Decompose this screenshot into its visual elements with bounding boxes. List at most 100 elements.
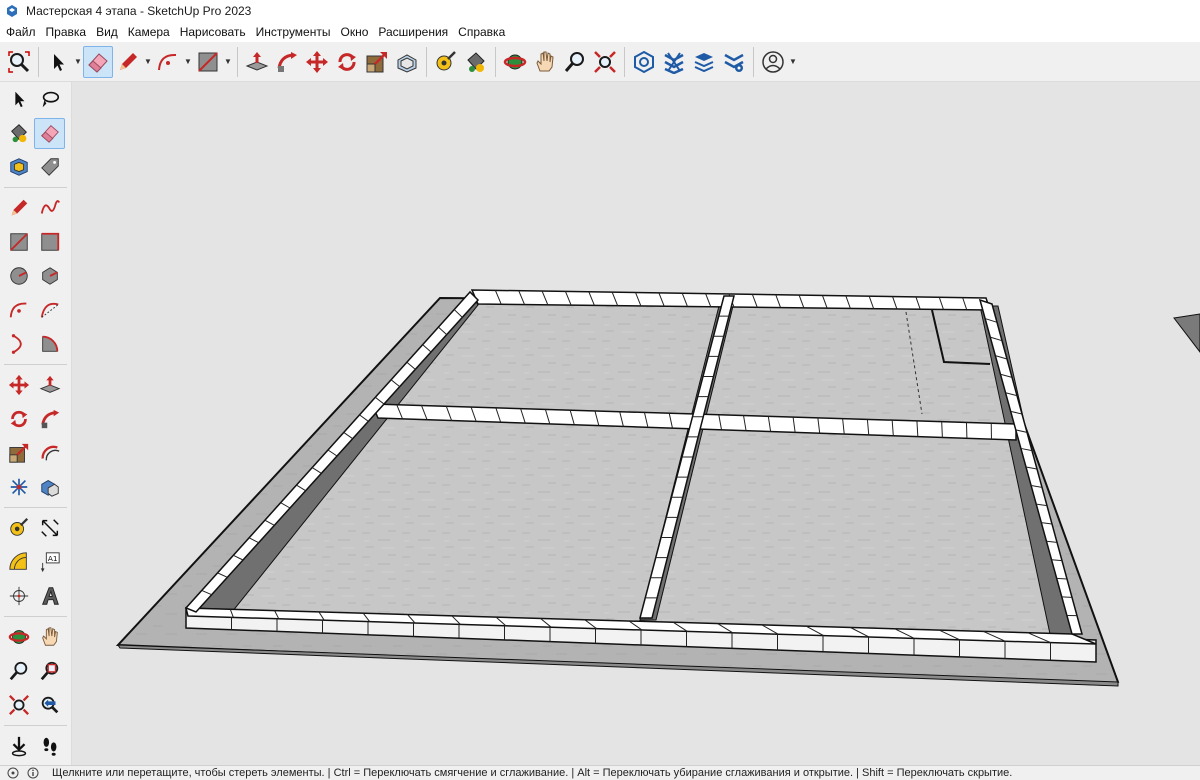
rotated-rectangle-icon[interactable]: [34, 227, 65, 258]
toolbar-divider: [624, 46, 625, 77]
menu-camera[interactable]: Камера: [123, 22, 175, 42]
offscreen-object-edge: [1173, 313, 1200, 353]
foundation-model: [115, 289, 1120, 687]
paint-bucket-icon[interactable]: [3, 118, 34, 149]
tape-measure-icon[interactable]: [431, 46, 461, 78]
warehouse-icon[interactable]: [629, 46, 659, 78]
intersect-faces-icon[interactable]: [34, 472, 65, 503]
menu-help[interactable]: Справка: [453, 22, 510, 42]
status-bar: Щелкните или перетащите, чтобы стереть э…: [0, 765, 1200, 780]
toolbar-divider: [4, 187, 67, 188]
paint-bucket-icon[interactable]: [461, 46, 491, 78]
window-title: Мастерская 4 этапа - SketchUp Pro 2023: [26, 4, 252, 18]
solid-tools-icon[interactable]: [3, 472, 34, 503]
previous-view-icon[interactable]: [34, 690, 65, 721]
select-dropdown-icon[interactable]: ▼: [73, 46, 83, 78]
move-icon[interactable]: [302, 46, 332, 78]
toolbar-divider: [237, 46, 238, 77]
pencil-icon[interactable]: [113, 46, 143, 78]
brick-joint: [941, 421, 943, 438]
eraser-icon[interactable]: [83, 45, 113, 78]
zoom-window-icon[interactable]: [590, 46, 620, 78]
pencil-dropdown-icon[interactable]: ▼: [143, 46, 153, 78]
extension-manager-icon[interactable]: [719, 46, 749, 78]
three-point-arc-icon[interactable]: [3, 329, 34, 360]
status-hint-text: Щелкните или перетащите, чтобы стереть э…: [52, 767, 1013, 779]
arc-dropdown-icon[interactable]: ▼: [183, 46, 193, 78]
toolbar-divider: [4, 507, 67, 508]
menu-bar: Файл Правка Вид Камера Нарисовать Инстру…: [0, 22, 1200, 42]
toolbar-divider: [426, 46, 427, 77]
profile-dropdown-icon[interactable]: ▼: [788, 46, 798, 78]
circle-icon[interactable]: [3, 261, 34, 292]
toolbar-divider: [495, 46, 496, 77]
push-pull-icon[interactable]: [242, 46, 272, 78]
tag-icon[interactable]: [34, 152, 65, 183]
lasso-icon[interactable]: [34, 84, 65, 115]
text-icon[interactable]: A1: [34, 547, 65, 578]
toolbar-divider: [38, 46, 39, 77]
pie-icon[interactable]: [34, 329, 65, 360]
arc-icon[interactable]: [3, 295, 34, 326]
zoom-window-icon[interactable]: [34, 656, 65, 687]
left-toolbar: A1: [0, 82, 72, 765]
make-component-icon[interactable]: [3, 152, 34, 183]
zoom-extents-icon[interactable]: [4, 46, 34, 78]
position-camera-icon[interactable]: [3, 731, 34, 762]
rotate-icon[interactable]: [3, 404, 34, 435]
pan-icon[interactable]: [34, 622, 65, 653]
zoom-icon[interactable]: [560, 46, 590, 78]
zoom-extents-icon[interactable]: [3, 690, 34, 721]
dimension-icon[interactable]: [34, 513, 65, 544]
rectangle-icon[interactable]: [193, 46, 223, 78]
tape-measure-icon[interactable]: [3, 513, 34, 544]
menu-draw[interactable]: Нарисовать: [175, 22, 251, 42]
scale-icon[interactable]: [362, 46, 392, 78]
3d-model-view[interactable]: [72, 82, 1200, 765]
protractor-icon[interactable]: [3, 547, 34, 578]
rectangle-icon[interactable]: [3, 227, 34, 258]
offset-icon[interactable]: [34, 438, 65, 469]
geo-location-icon[interactable]: [6, 766, 20, 780]
eraser-icon[interactable]: [34, 117, 65, 149]
menu-extensions[interactable]: Расширения: [373, 22, 453, 42]
toolbar-divider: [4, 364, 67, 365]
follow-me-icon[interactable]: [272, 46, 302, 78]
sketchup-window: Мастерская 4 этапа - SketchUp Pro 2023 Ф…: [0, 0, 1200, 780]
axes-icon[interactable]: [3, 581, 34, 612]
drawing-viewport[interactable]: [72, 82, 1200, 765]
layout-icon[interactable]: [689, 46, 719, 78]
freehand-icon[interactable]: [34, 193, 65, 224]
menu-tools[interactable]: Инструменты: [251, 22, 336, 42]
extension-warehouse-icon[interactable]: [659, 46, 689, 78]
push-pull-icon[interactable]: [34, 370, 65, 401]
title-bar: Мастерская 4 этапа - SketchUp Pro 2023: [0, 0, 1200, 22]
menu-edit[interactable]: Правка: [41, 22, 92, 42]
arc-icon[interactable]: [153, 46, 183, 78]
two-point-arc-icon[interactable]: [34, 295, 65, 326]
select-icon[interactable]: [43, 46, 73, 78]
orbit-icon[interactable]: [3, 622, 34, 653]
toolbar-divider: [753, 46, 754, 77]
move-icon[interactable]: [3, 370, 34, 401]
info-icon[interactable]: [26, 766, 40, 780]
menu-file[interactable]: Файл: [0, 22, 41, 42]
3d-text-icon[interactable]: [34, 581, 65, 612]
polygon-icon[interactable]: [34, 261, 65, 292]
svg-text:A1: A1: [47, 554, 57, 563]
zoom-icon[interactable]: [3, 656, 34, 687]
offset-icon[interactable]: [392, 46, 422, 78]
menu-window[interactable]: Окно: [335, 22, 373, 42]
follow-me-icon[interactable]: [34, 404, 65, 435]
scale-icon[interactable]: [3, 438, 34, 469]
select-icon[interactable]: [3, 84, 34, 115]
walk-icon[interactable]: [34, 731, 65, 762]
pan-icon[interactable]: [530, 46, 560, 78]
line-icon[interactable]: [3, 193, 34, 224]
profile-icon[interactable]: [758, 46, 788, 78]
rotate-icon[interactable]: [332, 46, 362, 78]
menu-view[interactable]: Вид: [91, 22, 123, 42]
rectangle-dropdown-icon[interactable]: ▼: [223, 46, 233, 78]
orbit-icon[interactable]: [500, 46, 530, 78]
main-toolbar: ▼ ▼ ▼ ▼ ▼: [0, 42, 1200, 82]
